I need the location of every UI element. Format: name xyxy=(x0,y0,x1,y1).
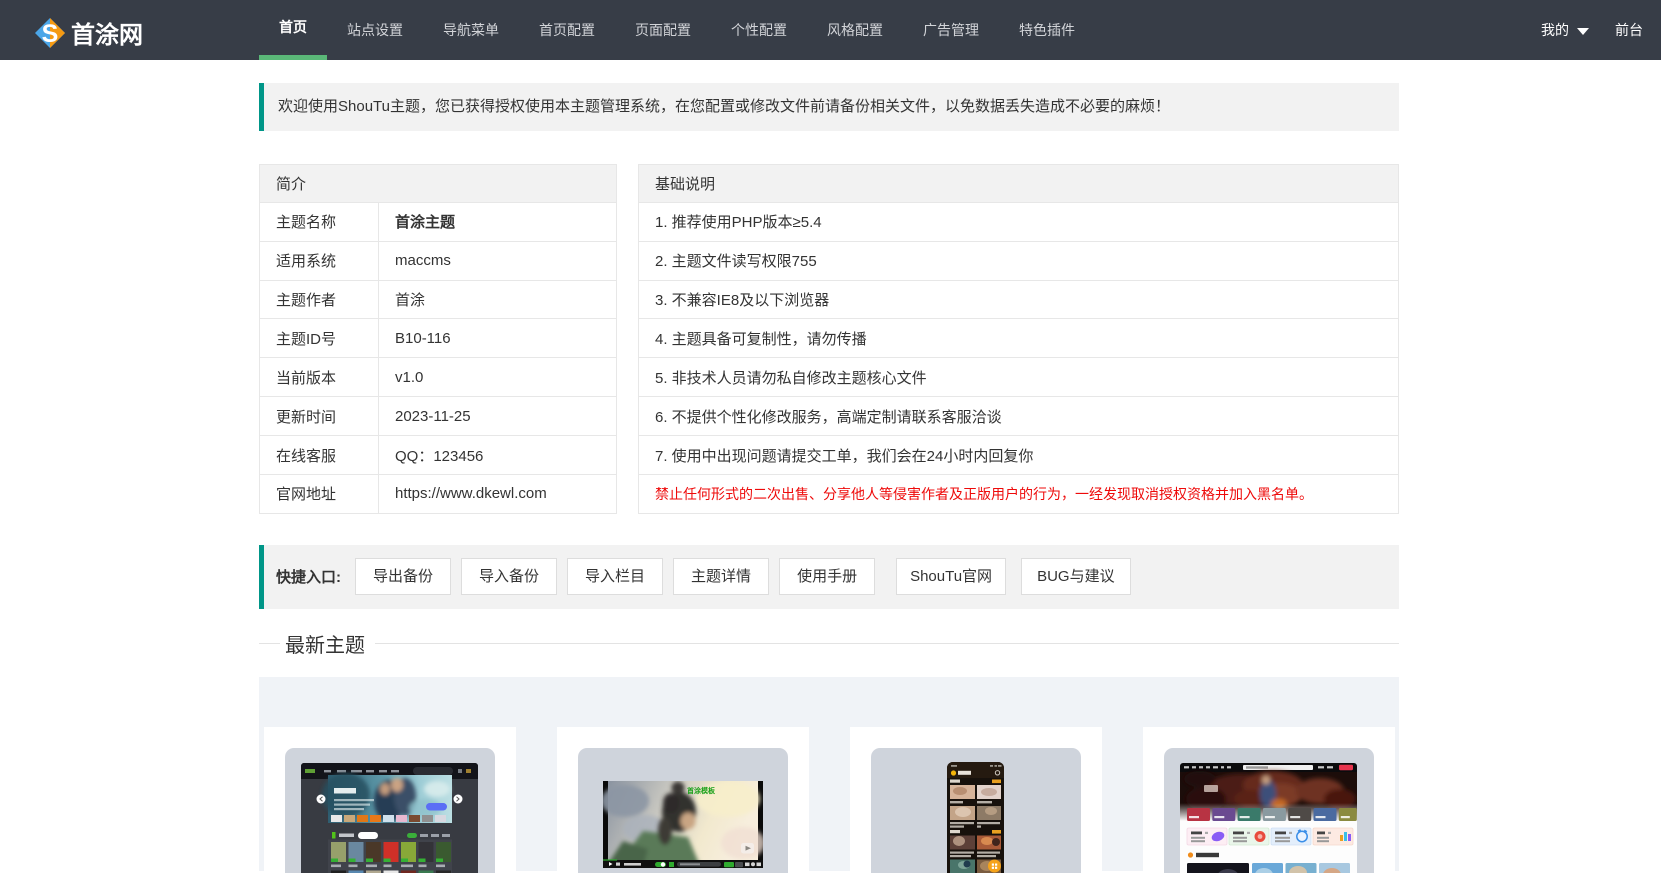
svg-text:首涂模板: 首涂模板 xyxy=(687,786,716,795)
svg-text:S: S xyxy=(42,20,59,48)
